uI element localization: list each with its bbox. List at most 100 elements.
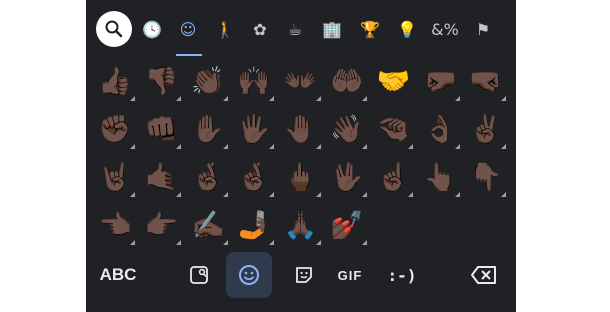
skin-tone-variant-indicator [130, 240, 135, 245]
category-tab-symbols[interactable]: &% [431, 16, 459, 42]
emoji-glyph: ✍🏿 [190, 209, 225, 241]
emoji-glyph: 🖐🏿 [237, 113, 271, 145]
sticker-icon [296, 267, 312, 283]
skin-tone-variant-indicator [222, 192, 228, 197]
emoji-key[interactable]: 🤳🏿 [231, 202, 277, 248]
emoji-glyph: 🤲🏿 [330, 65, 364, 97]
emoji-key[interactable]: 🖖🏿 [324, 154, 370, 200]
emoji-key[interactable]: 🤜🏿 [463, 58, 509, 104]
emoji-glyph: 👌🏿 [422, 113, 457, 145]
emoji-glyph: ✋🏿 [190, 113, 225, 145]
skin-tone-variant-indicator [454, 192, 460, 197]
category-tab-food-drink[interactable]: ☕ [282, 16, 308, 42]
skin-tone-variant-indicator [362, 192, 367, 197]
emoji-glyph: 🤘🏿 [98, 161, 132, 193]
sticker-search-button[interactable] [181, 252, 217, 298]
backspace-icon [471, 266, 496, 284]
emoji-key[interactable]: 👉🏿 [138, 202, 184, 248]
emoji-glyph: 🤞🏿 [190, 161, 225, 193]
active-category-indicator [176, 54, 202, 56]
animals-nature-icon: ✿ [253, 19, 267, 39]
emoji-key[interactable]: 🙏🏿 [278, 202, 324, 248]
emoji-glyph: 👉🏿 [144, 209, 179, 241]
emoji-key[interactable]: 👇🏿 [463, 154, 509, 200]
emoji-key[interactable]: 🖐🏿 [231, 106, 277, 152]
category-tab-objects[interactable]: 💡 [394, 16, 420, 42]
skin-tone-variant-indicator [176, 96, 182, 101]
emoticon-button[interactable]: :-) [382, 252, 422, 298]
emoji-key[interactable]: ✋🏿 [185, 106, 231, 152]
skin-tone-variant-indicator [130, 96, 135, 101]
category-tab-smileys[interactable]: ☺ [175, 16, 201, 42]
emoji-key[interactable]: 👋🏿 [324, 106, 370, 152]
emoji-grid: 👍🏿 👎🏿 👏🏿 🙌🏿 👐🏿 🤲🏿 🤝 🤛🏿 🤜🏿 ✊🏿 👊🏿 ✋🏿 🖐🏿 🤚🏿 👋🏿 🤏🏿 👌🏿 ✌🏿 🤘🏿 🤙🏿 🤞… [86, 58, 516, 250]
activities-icon: 🏆 [360, 19, 380, 39]
skin-tone-variant-indicator [454, 144, 460, 149]
flags-icon: ⚑ [475, 19, 491, 39]
emoji-key[interactable]: 💅🏿 [324, 202, 370, 248]
sticker-search-icon [190, 266, 208, 284]
emoji-key[interactable]: 🤞🏿 [231, 154, 277, 200]
emoji-glyph: ✊🏿 [98, 113, 132, 145]
search-icon [105, 20, 123, 38]
food-drink-icon: ☕ [287, 19, 303, 39]
category-tab-animals-nature[interactable]: ✿ [247, 16, 273, 42]
category-tab-travel-places[interactable]: 🏢 [319, 16, 345, 42]
emoji-key[interactable]: 🖕🏿 [278, 154, 324, 200]
category-tab-people[interactable]: 🚶 [212, 16, 238, 42]
search-button[interactable] [96, 11, 132, 47]
emoji-key[interactable]: 👊🏿 [138, 106, 184, 152]
emoji-key[interactable]: 🙌🏿 [231, 58, 277, 104]
emoji-key[interactable]: 🤝 [370, 58, 416, 104]
emoji-glyph: 🙌🏿 [237, 65, 271, 97]
emoji-key[interactable]: 👏🏿 [185, 58, 231, 104]
emoji-glyph: 🤙🏿 [144, 161, 179, 193]
emoji-key[interactable]: 👎🏿 [138, 58, 184, 104]
travel-places-icon: 🏢 [322, 19, 342, 39]
skin-tone-variant-indicator [222, 144, 228, 149]
emoji-key[interactable]: 🤏🏿 [370, 106, 416, 152]
emoji-glyph: 👏🏿 [190, 65, 225, 97]
emoji-glyph: ✌🏿 [469, 113, 503, 145]
emoji-key[interactable]: 🤲🏿 [324, 58, 370, 104]
skin-tone-variant-indicator [501, 192, 507, 197]
emoji-key[interactable]: ✊🏿 [92, 106, 138, 152]
people-icon: 🚶 [215, 19, 235, 39]
emoji-key[interactable]: 👈🏿 [92, 202, 138, 248]
emoji-key[interactable]: 🤚🏿 [278, 106, 324, 152]
emoji-key[interactable]: ✍🏿 [185, 202, 231, 248]
skin-tone-variant-indicator [130, 192, 135, 197]
backspace-button[interactable] [464, 252, 504, 298]
skin-tone-variant-indicator [408, 192, 414, 197]
emoji-glyph: 🤚🏿 [283, 113, 318, 145]
gif-button[interactable]: GIF [332, 252, 368, 298]
emoji-glyph: 🤞🏿 [237, 161, 271, 193]
emoji-key[interactable]: 🤞🏿 [185, 154, 231, 200]
emoji-key[interactable]: ☝🏿 [370, 154, 416, 200]
category-tab-recent[interactable]: 🕓 [139, 16, 165, 42]
emoji-key[interactable]: ✌🏿 [463, 106, 509, 152]
emoji-key[interactable]: 👍🏿 [92, 58, 138, 104]
skin-tone-variant-indicator [130, 144, 135, 149]
skin-tone-variant-indicator [362, 240, 367, 245]
skin-tone-variant-indicator [269, 192, 275, 197]
emoji-key[interactable]: 👆🏿 [417, 154, 463, 200]
category-tab-activities[interactable]: 🏆 [357, 16, 383, 42]
emoji-glyph: 🤏🏿 [376, 113, 411, 145]
abc-button[interactable]: ABC [96, 252, 140, 298]
skin-tone-variant-indicator [501, 96, 507, 101]
skin-tone-variant-indicator [501, 144, 507, 149]
sticker-button[interactable] [286, 252, 322, 298]
skin-tone-variant-indicator [269, 240, 275, 245]
emoji-key[interactable]: 👐🏿 [278, 58, 324, 104]
emoji-glyph: 💅🏿 [330, 209, 364, 241]
skin-tone-variant-indicator [222, 96, 228, 101]
emoji-tab-button[interactable] [226, 252, 272, 298]
emoji-key[interactable]: 🤛🏿 [417, 58, 463, 104]
emoji-key[interactable]: 🤙🏿 [138, 154, 184, 200]
emoji-key[interactable]: 🤘🏿 [92, 154, 138, 200]
category-tab-flags[interactable]: ⚑ [470, 16, 496, 42]
emoji-keyboard: 🕓 ☺ 🚶 ✿ ☕ 🏢 🏆 💡 &% ⚑ 👍🏿 👎🏿 👏🏿 🙌🏿 👐🏿 🤲🏿 🤝 🤛🏿 🤜🏿 ✊🏿 👊🏿 ✋🏿 🖐🏿 🤚🏿 👋… [86, 0, 516, 312]
emoji-glyph: 🤛🏿 [422, 65, 457, 97]
emoji-key[interactable]: 👌🏿 [417, 106, 463, 152]
